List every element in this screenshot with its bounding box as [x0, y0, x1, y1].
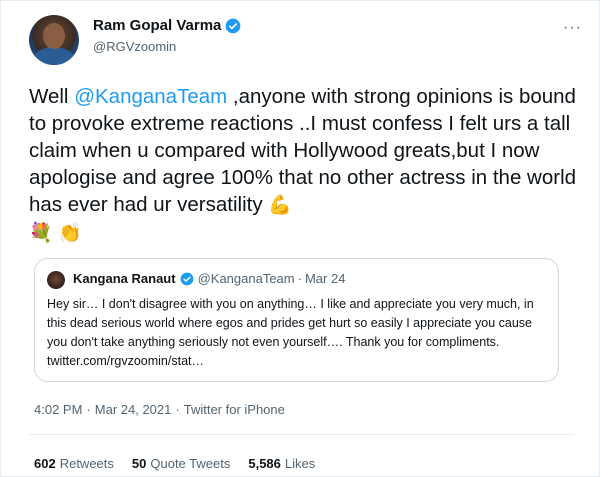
quoted-text-body: Hey sir… I don't disagree with you on an… [47, 297, 534, 349]
retweets-label: Retweets [59, 456, 114, 471]
meta-separator: · [175, 402, 180, 417]
verified-badge-icon [180, 272, 193, 285]
quoted-link[interactable]: twitter.com/rgvzoomin/stat… [47, 354, 204, 368]
mention-link[interactable]: @KanganaTeam [74, 85, 227, 108]
quote-tweets-stat[interactable]: 50 Quote Tweets [132, 456, 230, 471]
quotes-count: 50 [131, 456, 147, 471]
tweet-stats: 602 Retweets 50 Quote Tweets 5,586 Likes [34, 456, 333, 471]
quoted-date: Mar 24 [304, 271, 346, 286]
avatar-shirt [33, 47, 75, 65]
flexed-biceps-emoji-icon: 💪 [268, 195, 292, 216]
meta-separator: · [86, 402, 91, 417]
tweet-time[interactable]: 4:02 PM [34, 402, 82, 417]
divider [29, 434, 574, 435]
tweet-card: Ram Gopal Varma @RGVzoomin ··· Well @Kan… [0, 0, 600, 477]
quoted-author-name: Kangana Ranaut [73, 271, 176, 286]
author-handle[interactable]: @RGVzoomin [93, 39, 176, 54]
quoted-tweet[interactable]: Kangana Ranaut @KanganaTeam · Mar 24 Hey… [34, 258, 559, 382]
bouquet-emoji-icon: 💐 [29, 223, 53, 244]
quoted-author-avatar [47, 271, 65, 289]
clapping-hands-emoji-icon: 👏 [58, 223, 83, 244]
tweet-text-before: Well [29, 85, 75, 108]
more-horizontal-icon[interactable]: ··· [563, 19, 582, 37]
author-name-row: Ram Gopal Varma [93, 17, 241, 34]
likes-count: 5,586 [248, 456, 281, 471]
likes-stat[interactable]: 5,586 Likes [248, 456, 315, 471]
verified-badge-icon [226, 18, 241, 33]
quoted-tweet-text: Hey sir… I don't disagree with you on an… [47, 295, 547, 371]
avatar-face [43, 23, 65, 49]
author-name[interactable]: Ram Gopal Varma [93, 17, 221, 34]
tweet-date[interactable]: Mar 24, 2021 [95, 402, 172, 417]
quotes-label: Quote Tweets [150, 456, 231, 471]
tweet-source[interactable]: Twitter for iPhone [184, 402, 285, 417]
tweet-meta: 4:02 PM · Mar 24, 2021 · Twitter for iPh… [34, 402, 285, 417]
retweets-stat[interactable]: 602 Retweets [34, 456, 114, 471]
tweet-text: Well @KanganaTeam ,anyone with strong op… [29, 83, 581, 247]
quoted-tweet-header: Kangana Ranaut @KanganaTeam · Mar 24 [73, 271, 345, 286]
quoted-separator: · [297, 271, 302, 286]
quoted-author-handle: @KanganaTeam [197, 271, 295, 286]
retweets-count: 602 [34, 456, 56, 471]
likes-label: Likes [284, 456, 316, 471]
author-avatar[interactable] [29, 15, 79, 65]
